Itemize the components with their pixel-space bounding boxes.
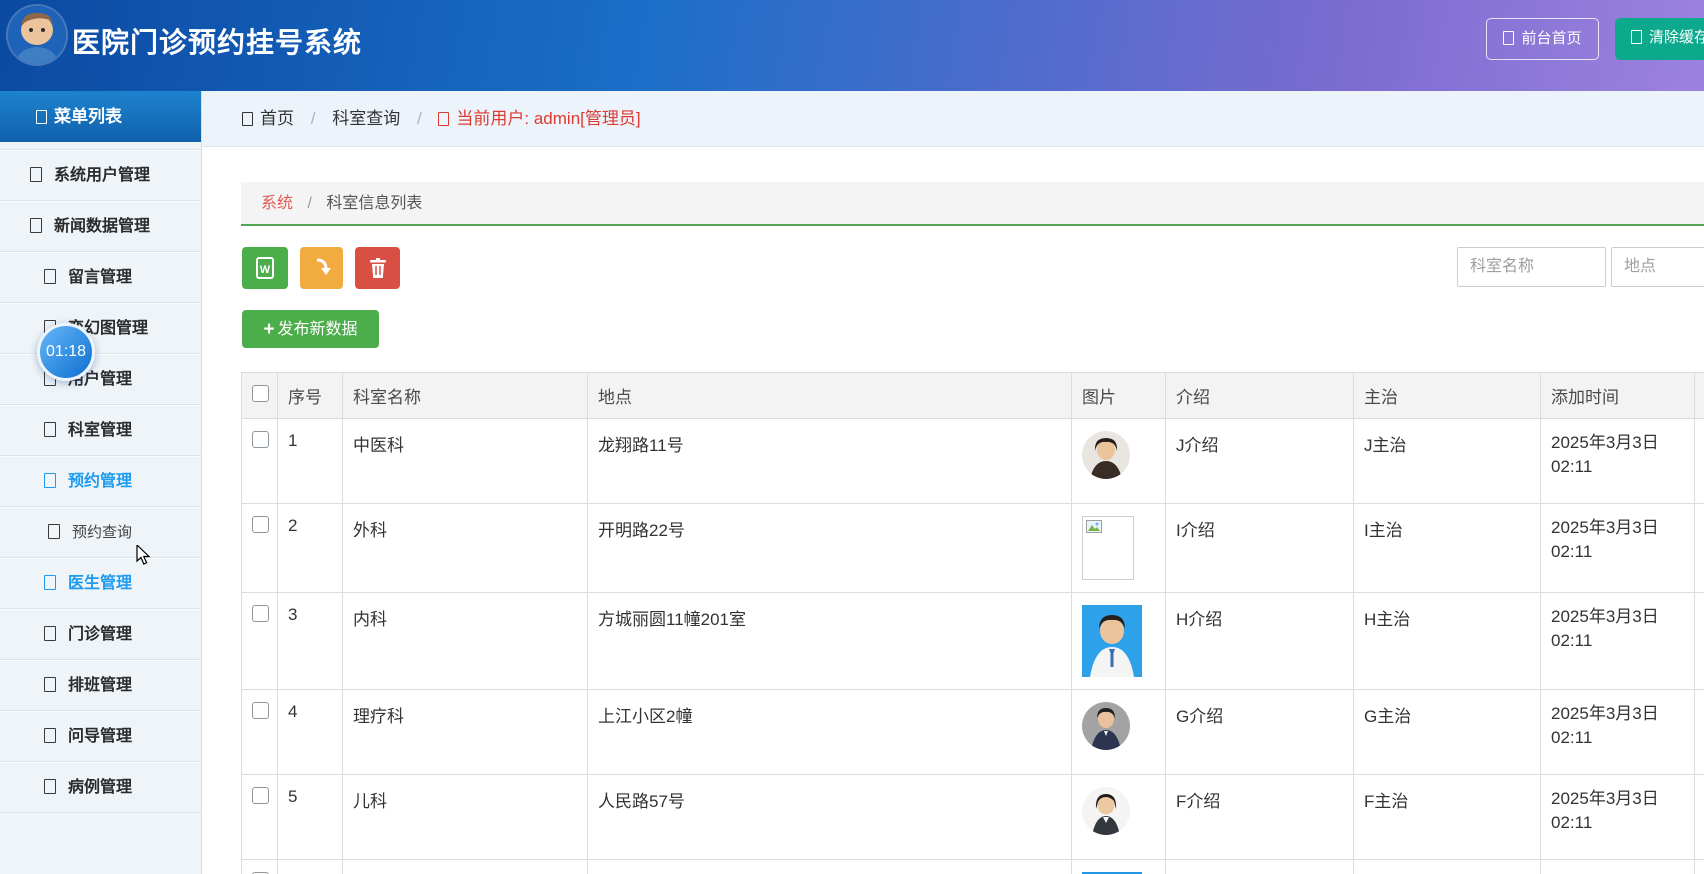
dept-photo [1082,702,1130,750]
row-checkbox[interactable] [252,516,269,533]
app-root: 医院门诊预约挂号系统 前台首页 清除缓存 菜单列表 系统用户管理 新闻数据管理 … [0,0,1704,874]
guide-icon [44,728,56,743]
col-header-no: 序号 [277,372,343,419]
sidebar-item-appointment-query[interactable]: 预约查询 [0,507,201,558]
table-row: 4 理疗科 上江小区2幢 G介绍 G主治 2025年3月3日 02:11 [241,689,1704,775]
trash-icon [369,258,386,278]
current-user-label: 当前用户: admin[管理员] [438,109,641,128]
refresh-icon [1631,30,1642,44]
select-all-checkbox[interactable] [252,384,269,402]
row-checkbox[interactable] [252,787,269,804]
plus-icon: + [263,319,275,340]
export-word-button[interactable]: W [242,247,288,289]
col-header-intro: 介绍 [1165,372,1354,419]
col-header-image: 图片 [1071,372,1166,419]
broken-image-placeholder [1082,516,1134,580]
app-logo-avatar [8,6,66,64]
home-icon [242,112,253,126]
sidebar-item-appointments[interactable]: 预约管理 [0,456,201,507]
table-row: 6 神经科 复兴街27号 E介绍 E主治 2025年3月3日02:11 [241,859,1704,874]
users-icon [30,167,42,182]
panel-tabs: 系统 / 科室信息列表 [241,182,1704,226]
clear-cache-button[interactable]: 清除缓存 [1615,18,1704,60]
breadcrumb-home[interactable]: 首页 [242,109,294,128]
search-icon [48,524,60,539]
row-checkbox[interactable] [252,431,269,448]
calendar-icon [44,473,56,488]
mouse-cursor [136,543,156,572]
sidebar-item-system-users[interactable]: 系统用户管理 [0,150,201,201]
doctor-icon [44,575,56,590]
col-header-location: 地点 [587,372,1072,419]
col-header-name: 科室名称 [342,372,588,419]
sidebar-item-carousel[interactable]: 变幻图管理 [0,303,201,354]
sidebar-item-departments[interactable]: 科室管理 [0,405,201,456]
tab-department-list[interactable]: 科室信息列表 [326,195,422,212]
dept-photo [1082,787,1130,835]
dept-photo [1082,431,1130,479]
sidebar-item-scheduling[interactable]: 排班管理 [0,660,201,711]
import-button[interactable] [300,247,343,289]
main-content: 首页 / 科室查询 / 当前用户: admin[管理员] 系统 / 科室信息列表… [202,91,1704,874]
sidebar-divider [0,142,201,150]
sidebar-item-cases[interactable]: 病例管理 [0,762,201,813]
sidebar-item-outpatient[interactable]: 门诊管理 [0,609,201,660]
word-export-icon: W [256,257,274,279]
table-header-row: 序号 科室名称 地点 图片 介绍 主治 添加时间 [241,372,1704,419]
message-icon [44,269,56,284]
page-title: 医院门诊预约挂号系统 [72,27,363,58]
user-icon [438,112,450,126]
top-header: 医院门诊预约挂号系统 前台首页 清除缓存 [0,0,1704,91]
department-icon [44,422,56,437]
front-home-button[interactable]: 前台首页 [1486,18,1599,60]
breadcrumb-section[interactable]: 科室查询 [332,109,400,128]
sidebar-item-messages[interactable]: 留言管理 [0,252,201,303]
sidebar: 菜单列表 系统用户管理 新闻数据管理 留言管理 变幻图管理 用户管理 科室管理 … [0,91,202,874]
svg-text:W: W [260,264,271,276]
sidebar-item-users[interactable]: 用户管理 [0,354,201,405]
list-icon [36,110,47,124]
sidebar-item-doctors[interactable]: 医生管理 [0,558,201,609]
table-row: 1 中医科 龙翔路11号 J介绍 J主治 2025年3月3日 02:11 [241,418,1704,504]
clinic-icon [44,626,56,641]
row-checkbox[interactable] [252,605,269,622]
tab-system[interactable]: 系统 [261,195,293,212]
schedule-icon [44,677,56,692]
delete-button[interactable] [355,247,400,289]
row-checkbox[interactable] [252,702,269,719]
col-header-chief: 主治 [1353,372,1541,419]
case-icon [44,779,56,794]
location-filter-input[interactable] [1611,247,1704,287]
table-row: 5 儿科 人民路57号 F介绍 F主治 2025年3月3日 02:11 [241,774,1704,860]
import-arrow-icon [316,258,331,275]
publish-new-data-button[interactable]: + 发布新数据 [242,310,379,348]
sidebar-menu-header[interactable]: 菜单列表 [0,91,201,142]
news-icon [30,218,42,233]
sidebar-item-guidance[interactable]: 问导管理 [0,711,201,762]
dept-name-filter-input[interactable] [1457,247,1606,287]
col-header-extra [1694,372,1704,419]
table-row: 2 外科 开明路22号 I介绍 I主治 2025年3月3日 02:11 [241,503,1704,593]
sidebar-item-news-data[interactable]: 新闻数据管理 [0,201,201,252]
dept-photo [1082,605,1142,677]
table-row: 3 内科 方城丽圆11幢201室 H介绍 H主治 2025年3月3日 02:11 [241,592,1704,690]
breadcrumb: 首页 / 科室查询 / 当前用户: admin[管理员] [202,91,1704,147]
timer-badge[interactable]: 01:18 [37,323,95,381]
home-icon [1503,31,1515,45]
department-table: 序号 科室名称 地点 图片 介绍 主治 添加时间 1 中医科 龙翔路11号 J介… [241,372,1704,874]
col-header-date: 添加时间 [1540,372,1695,419]
